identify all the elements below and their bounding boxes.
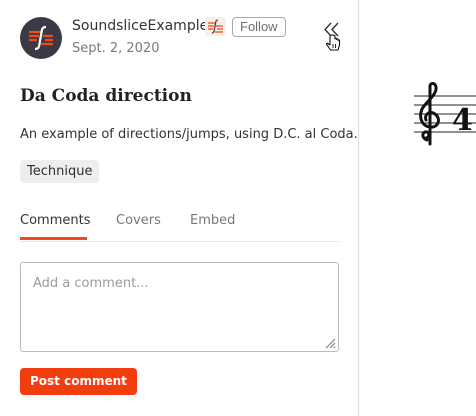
post-date: Sept. 2, 2020 [72,41,160,56]
soundslice-logo-icon [29,25,53,51]
username-link[interactable]: SoundsliceExamples [72,18,216,34]
avatar[interactable] [20,17,62,59]
time-signature-number: 4 [452,103,473,138]
sidebar-panel: SoundsliceExamples Follow Sept. 2, 2020 [0,0,359,416]
page-title: Da Coda direction [20,86,192,106]
follow-button[interactable]: Follow [232,17,286,37]
tab-comments[interactable]: Comments [20,213,90,228]
collapse-panel-button[interactable] [320,19,346,53]
active-tab-indicator [20,237,87,240]
description-text: An example of directions/jumps, using D.… [20,127,358,142]
comment-input[interactable] [21,263,338,351]
tab-bar: Comments Covers Embed [20,211,339,242]
soundslice-badge-icon [205,17,226,36]
double-chevron-left-icon [324,22,339,37]
post-comment-button[interactable]: Post comment [20,368,137,395]
comment-box [20,262,339,352]
tab-covers[interactable]: Covers [116,213,161,228]
hand-pointer-icon [325,34,341,51]
music-notation-preview: 4 [414,82,476,146]
resize-handle-icon[interactable] [324,337,336,349]
tab-embed[interactable]: Embed [190,213,235,228]
tag-technique[interactable]: Technique [20,160,100,183]
